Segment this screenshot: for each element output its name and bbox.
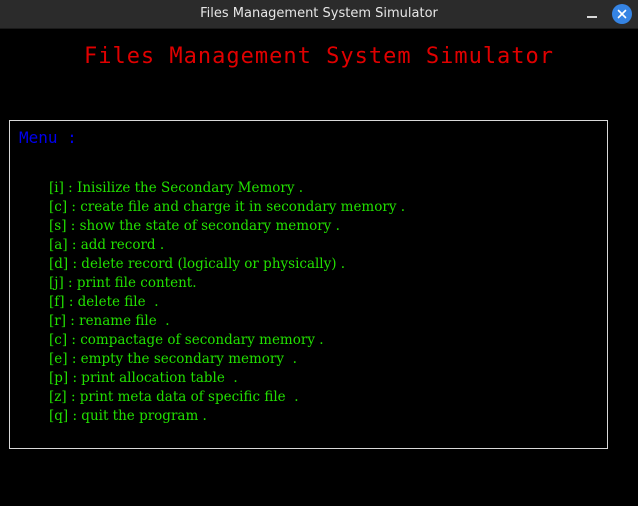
menu-item-empty-memory[interactable]: [e] : empty the secondary memory . [49, 350, 405, 369]
menu-item-print-metadata[interactable]: [z] : print meta data of specific file . [49, 388, 405, 407]
app-title: Files Management System Simulator [83, 44, 555, 69]
window-title: Files Management System Simulator [200, 6, 438, 21]
menu-item-create-file[interactable]: [c] : create file and charge it in secon… [49, 198, 405, 217]
menu-item-show-memory-state[interactable]: [s] : show the state of secondary memory… [49, 217, 405, 236]
menu-panel: Menu : [i] : Inisilize the Secondary Mem… [9, 120, 608, 449]
menu-item-print-allocation-table[interactable]: [p] : print allocation table . [49, 369, 405, 388]
menu-item-compact-memory[interactable]: [c] : compactage of secondary memory . [49, 331, 405, 350]
title-bar[interactable]: Files Management System Simulator [0, 0, 638, 29]
menu-item-print-file-content[interactable]: [j] : print file content. [49, 274, 405, 293]
menu-item-delete-record[interactable]: [d] : delete record (logically or physic… [49, 255, 405, 274]
menu-item-delete-file[interactable]: [f] : delete file . [49, 293, 405, 312]
app-window: Files Management System Simulator Files … [0, 0, 638, 506]
menu-item-quit[interactable]: [q] : quit the program . [49, 407, 405, 426]
minimize-icon[interactable] [584, 6, 600, 22]
close-icon[interactable] [612, 4, 632, 24]
menu-item-initialize-memory[interactable]: [i] : Inisilize the Secondary Memory . [49, 179, 405, 198]
menu-item-add-record[interactable]: [a] : add record . [49, 236, 405, 255]
menu-item-rename-file[interactable]: [r] : rename file . [49, 312, 405, 331]
menu-heading: Menu : [19, 128, 77, 147]
menu-list: [i] : Inisilize the Secondary Memory . [… [49, 179, 405, 426]
